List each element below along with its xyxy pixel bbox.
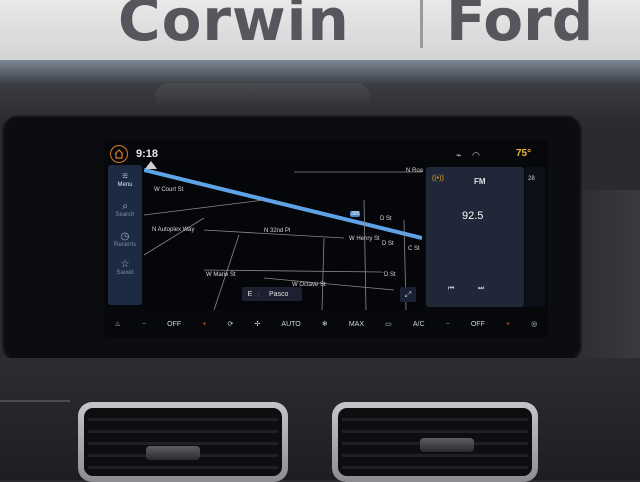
- max-defrost-button[interactable]: MAX: [349, 321, 364, 328]
- vent-grille: [338, 408, 532, 476]
- street-label: W Henry St: [349, 236, 380, 242]
- destination-direction: E: [242, 290, 259, 298]
- street-label: N Roa: [406, 168, 424, 174]
- vent-grille: [84, 408, 282, 476]
- vent-slat: [342, 418, 528, 421]
- dash-right-panel: [580, 190, 640, 370]
- sign-text-right: Ford: [446, 0, 594, 54]
- vent-slat: [88, 430, 278, 433]
- street-label: C St: [408, 246, 420, 252]
- temp-down-left-button[interactable]: −: [142, 321, 146, 328]
- defrost-icon[interactable]: ❄: [322, 320, 328, 328]
- climate-bar: ♨ − OFF + ⟳ ✢ AUTO ❄ MAX ▭ A/C − OFF + ◎: [104, 312, 548, 336]
- seek-forward-icon[interactable]: ⏭: [478, 285, 484, 293]
- street-label: D St: [384, 272, 396, 278]
- sign-text-left: Corwin: [118, 0, 350, 54]
- road: [144, 217, 205, 256]
- rear-defrost-icon[interactable]: ▭: [385, 320, 392, 328]
- street-label: D St: [380, 216, 392, 222]
- clock-time: 9:18: [136, 148, 159, 160]
- road: [321, 237, 325, 310]
- vehicle-position-icon: [145, 161, 157, 169]
- home-button[interactable]: [110, 145, 128, 163]
- road: [144, 199, 265, 216]
- vent-adjuster-knob[interactable]: [146, 446, 200, 460]
- search-icon: ⌕: [122, 201, 128, 212]
- street-label: N 32nd Pl: [264, 228, 291, 234]
- sign-divider: [420, 0, 423, 48]
- side-panel: [525, 167, 545, 307]
- radio-frequency: 92.5: [462, 210, 484, 222]
- ac-button[interactable]: A/C: [413, 321, 425, 328]
- sidebar-item-recents[interactable]: ◷ Recents: [108, 231, 142, 248]
- right-air-vent[interactable]: [332, 402, 538, 482]
- fan-icon[interactable]: ✢: [254, 320, 260, 328]
- left-air-vent[interactable]: [78, 402, 288, 482]
- destination-name: Pasco: [269, 290, 289, 298]
- vent-slat: [88, 442, 278, 445]
- star-icon: ☆: [120, 259, 130, 270]
- vent-adjuster-knob[interactable]: [420, 438, 474, 452]
- sidebar-item-saved[interactable]: ☆ Saved: [108, 259, 142, 276]
- signal-icon: ((•)): [432, 175, 444, 182]
- sidebar-item-label: Menu: [117, 182, 133, 188]
- dash-stitching: [0, 400, 70, 402]
- temp-up-right-button[interactable]: +: [506, 321, 510, 328]
- street-label: N Autoplex Way: [152, 227, 195, 233]
- highway-shield: 395: [350, 211, 361, 217]
- radio-band: FM: [474, 177, 486, 186]
- street-label: W Court St: [154, 187, 184, 193]
- auto-button[interactable]: AUTO: [281, 321, 300, 328]
- vent-slat: [342, 466, 528, 469]
- wifi-icon: ◠: [472, 150, 480, 160]
- vent-slat: [88, 466, 278, 469]
- sidebar-item-menu[interactable]: ≡ Menu: [108, 171, 142, 188]
- defrost-vent: [155, 83, 370, 111]
- recirculate-icon[interactable]: ⟳: [227, 320, 233, 328]
- sidebar-item-label: Recents: [113, 242, 136, 248]
- menu-icon: ≡: [122, 171, 128, 182]
- nav-sidebar: ≡ Menu ⌕ Search ◷ Recents ☆ Saved: [108, 165, 142, 305]
- seek-back-icon[interactable]: ⏮: [448, 285, 454, 293]
- sidebar-item-search[interactable]: ⌕ Search: [108, 201, 142, 218]
- street-label: W Marie St: [206, 272, 236, 278]
- seat-heat-icon[interactable]: ♨: [115, 320, 121, 328]
- clock-icon: ◷: [120, 231, 130, 242]
- side-panel-label: 28: [528, 176, 535, 182]
- left-temp-off[interactable]: OFF: [167, 321, 181, 328]
- infotainment-screen: 9:18 ⌁ ◠ 75° ≡ Menu ⌕ Search ◷ Recents ☆…: [104, 140, 548, 338]
- vent-slat: [342, 454, 528, 457]
- destination-chip[interactable]: E Pasco: [242, 287, 302, 301]
- mic-icon: ⌁: [456, 150, 462, 160]
- sidebar-item-label: Search: [115, 212, 135, 218]
- street-label: D St: [382, 241, 394, 247]
- expand-icon: ⤢: [404, 290, 412, 299]
- heated-wheel-icon[interactable]: ◎: [531, 320, 537, 328]
- temp-down-right-button[interactable]: −: [446, 321, 450, 328]
- radio-panel[interactable]: ((•)) FM 92.5 ⏮ ⏭: [426, 167, 524, 307]
- vent-slat: [342, 430, 528, 433]
- temp-up-left-button[interactable]: +: [202, 321, 206, 328]
- sidebar-item-label: Saved: [116, 270, 134, 276]
- navigation-map[interactable]: W Court St N Autoplex Way N 32nd Pl W He…: [144, 160, 424, 310]
- home-icon: [114, 149, 124, 159]
- right-temp-off[interactable]: OFF: [471, 321, 485, 328]
- outside-temperature: 75°: [516, 148, 532, 159]
- expand-map-button[interactable]: ⤢: [400, 287, 416, 302]
- vent-slat: [88, 418, 278, 421]
- road: [363, 199, 367, 310]
